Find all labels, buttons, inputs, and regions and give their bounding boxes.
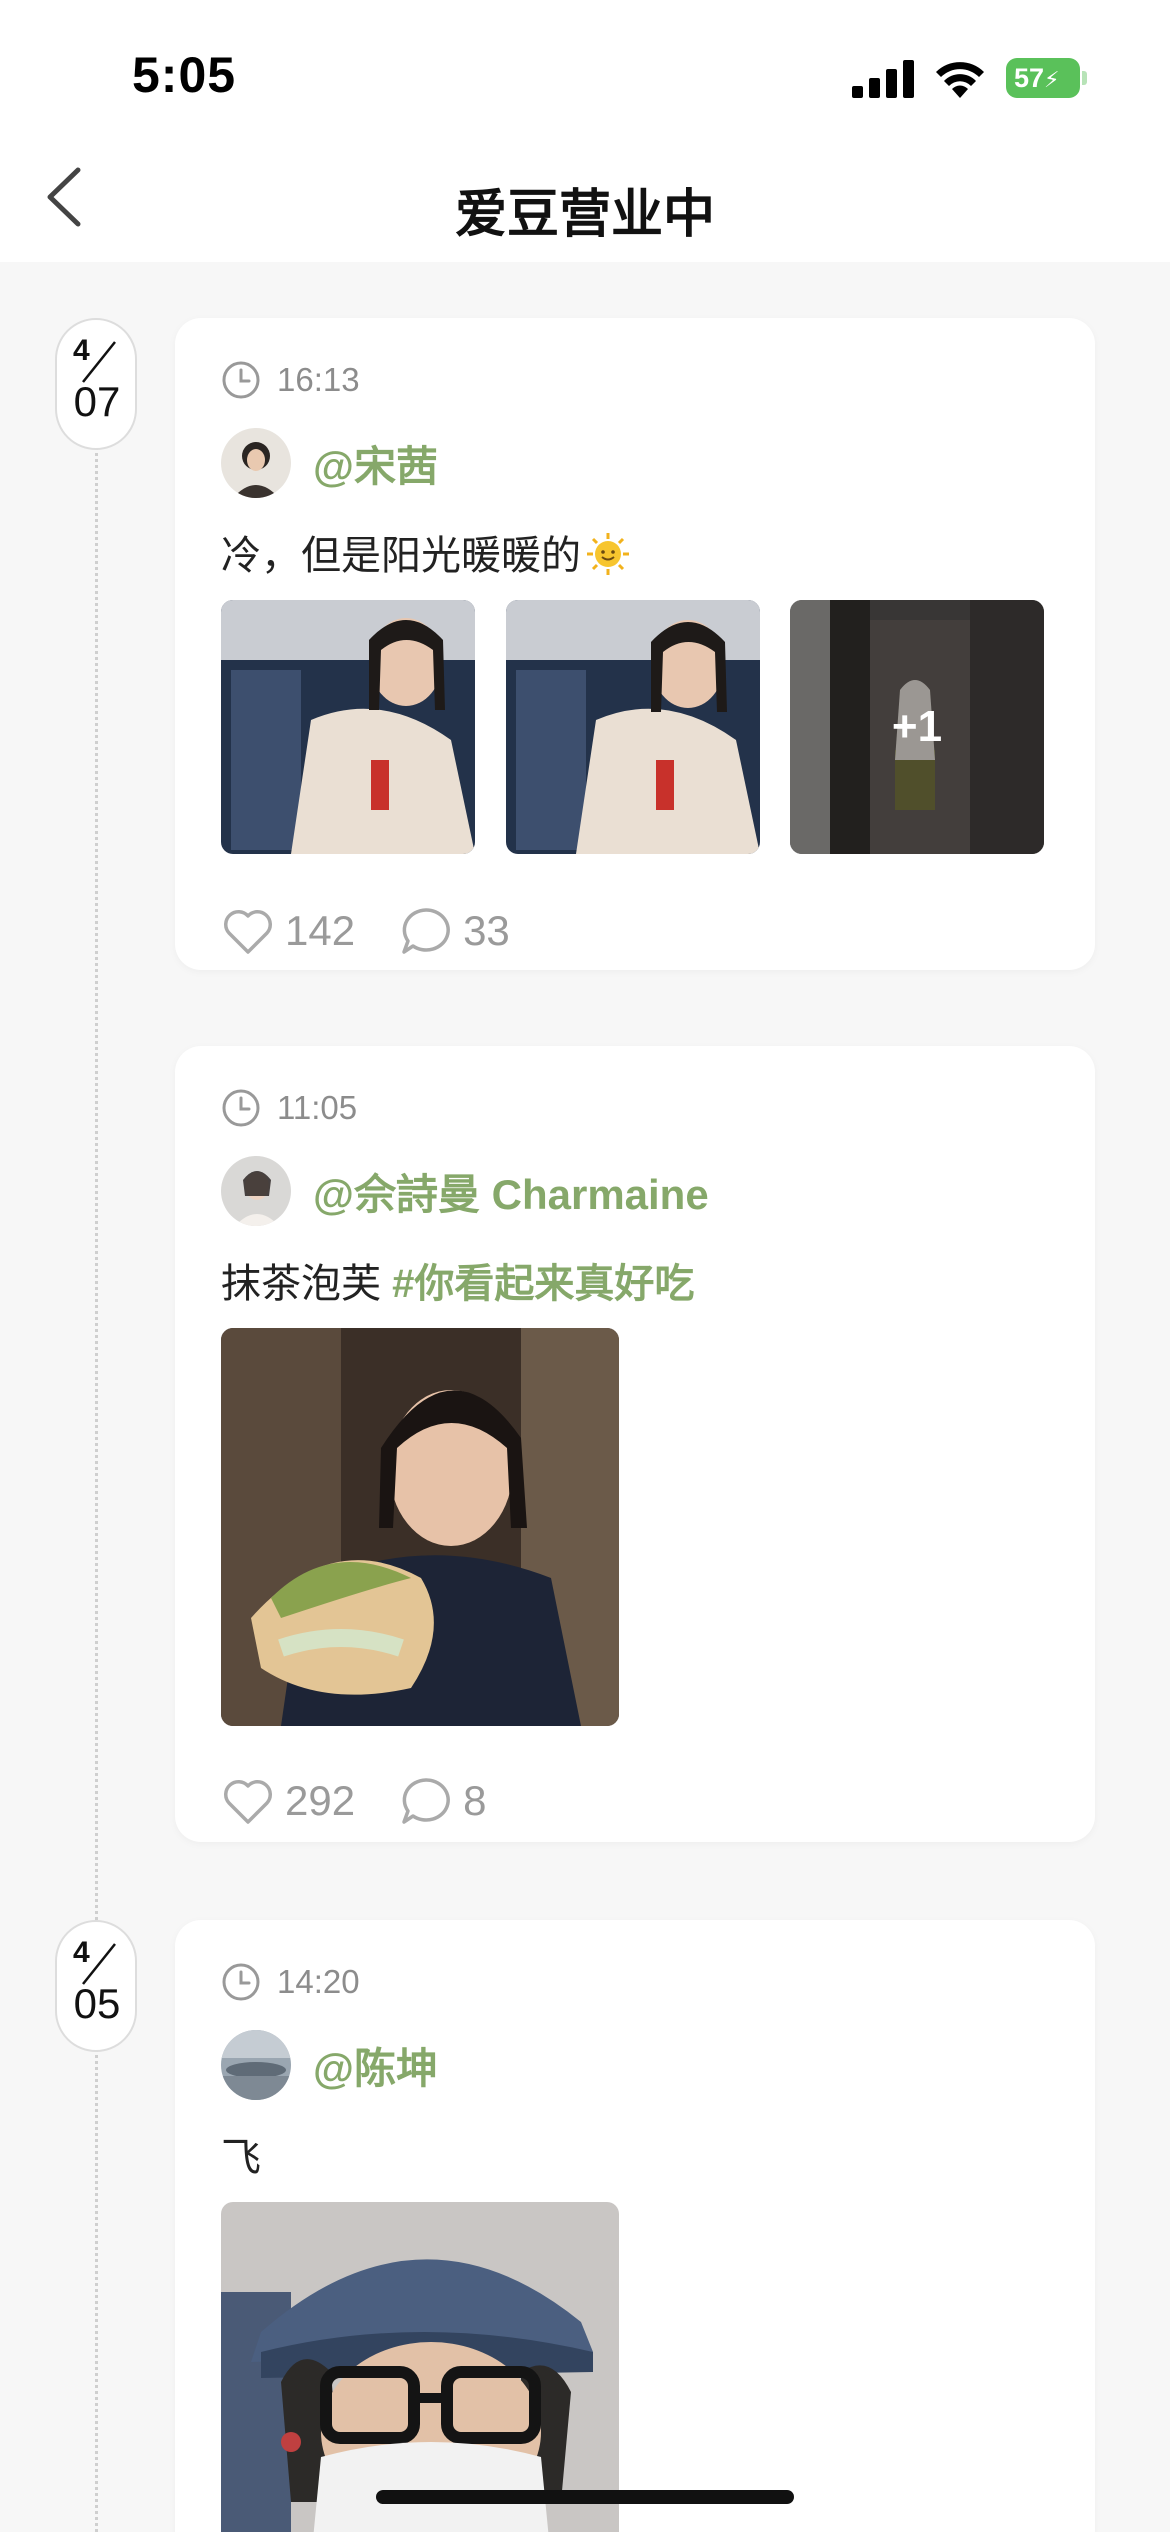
post-text: 飞 [221,2136,261,2180]
post-time: 16:13 [277,361,360,398]
heart-icon [224,1780,272,1824]
username[interactable]: @陈坤 [313,2035,438,2096]
more-photos-count[interactable]: +1 [790,600,1044,854]
post-time: 14:20 [277,1963,360,2000]
post-time: 11:05 [277,1089,358,1126]
comment-count: 8 [463,1777,487,1824]
charging-bolt-icon: ⚡ [1044,67,1060,92]
username[interactable]: @佘詩曼 Charmaine [313,1161,709,1222]
clock-icon [222,1089,260,1127]
like-button[interactable]: 142 [221,906,355,956]
like-count: 292 [285,1777,356,1824]
like-button[interactable]: 292 [221,1776,355,1826]
post-photo[interactable] [506,600,760,854]
status-bar: 5:05 57⚡ [0,0,1170,150]
date-badge: 4 05 [55,1920,137,2052]
username[interactable]: @宋茜 [313,433,438,494]
hashtag-link[interactable]: #你看起来真好吃 [392,1262,694,1306]
battery-level: 57 [1014,63,1045,93]
comment-bubble-icon [402,1778,451,1824]
cellular-signal-icon [852,60,914,98]
date-badge: 4 07 [55,318,137,450]
post-card[interactable]: 14:20 @陈坤 飞 [175,1920,1095,2532]
post-text: 抹茶泡芙 #你看起来真好吃 [221,1251,694,1309]
avatar[interactable] [221,1156,291,1226]
avatar[interactable] [221,428,291,498]
sun-emoji-icon [587,533,629,575]
date-day: 05 [73,1980,121,2027]
battery-indicator: 57⚡ [1006,58,1088,98]
comment-button[interactable]: 8 [399,1776,486,1826]
post-text: 冷，但是阳光暖暖的 [221,523,631,581]
like-count: 142 [285,907,356,954]
post-photo[interactable] [221,2202,619,2532]
comment-button[interactable]: 33 [399,906,510,956]
post-photo[interactable]: +1 [790,600,1044,854]
post-photo[interactable] [221,1328,619,1726]
page-title: 爱豆营业中 [454,186,715,244]
clock-icon [222,361,260,399]
date-day: 07 [73,378,121,425]
timeline-line [95,430,98,2532]
post-card[interactable]: 16:13 @宋茜 冷，但是阳光暖暖的 +1 142 33 [175,318,1095,970]
status-time: 5:05 [132,47,237,103]
home-indicator[interactable] [376,2490,794,2504]
post-photo[interactable] [221,600,475,854]
clock-icon [222,1963,260,2001]
comment-count: 33 [463,907,510,954]
wifi-icon [936,62,984,98]
post-text-content: 抹茶泡芙 [221,1262,381,1306]
post-card[interactable]: 11:05 @佘詩曼 Charmaine 抹茶泡芙 #你看起来真好吃 292 8 [175,1046,1095,1842]
avatar[interactable] [221,2030,291,2100]
post-text-content: 冷，但是阳光暖暖的 [221,534,581,578]
heart-icon [224,910,272,954]
nav-bar: 爱豆营业中 [0,150,1170,262]
comment-bubble-icon [402,908,451,954]
